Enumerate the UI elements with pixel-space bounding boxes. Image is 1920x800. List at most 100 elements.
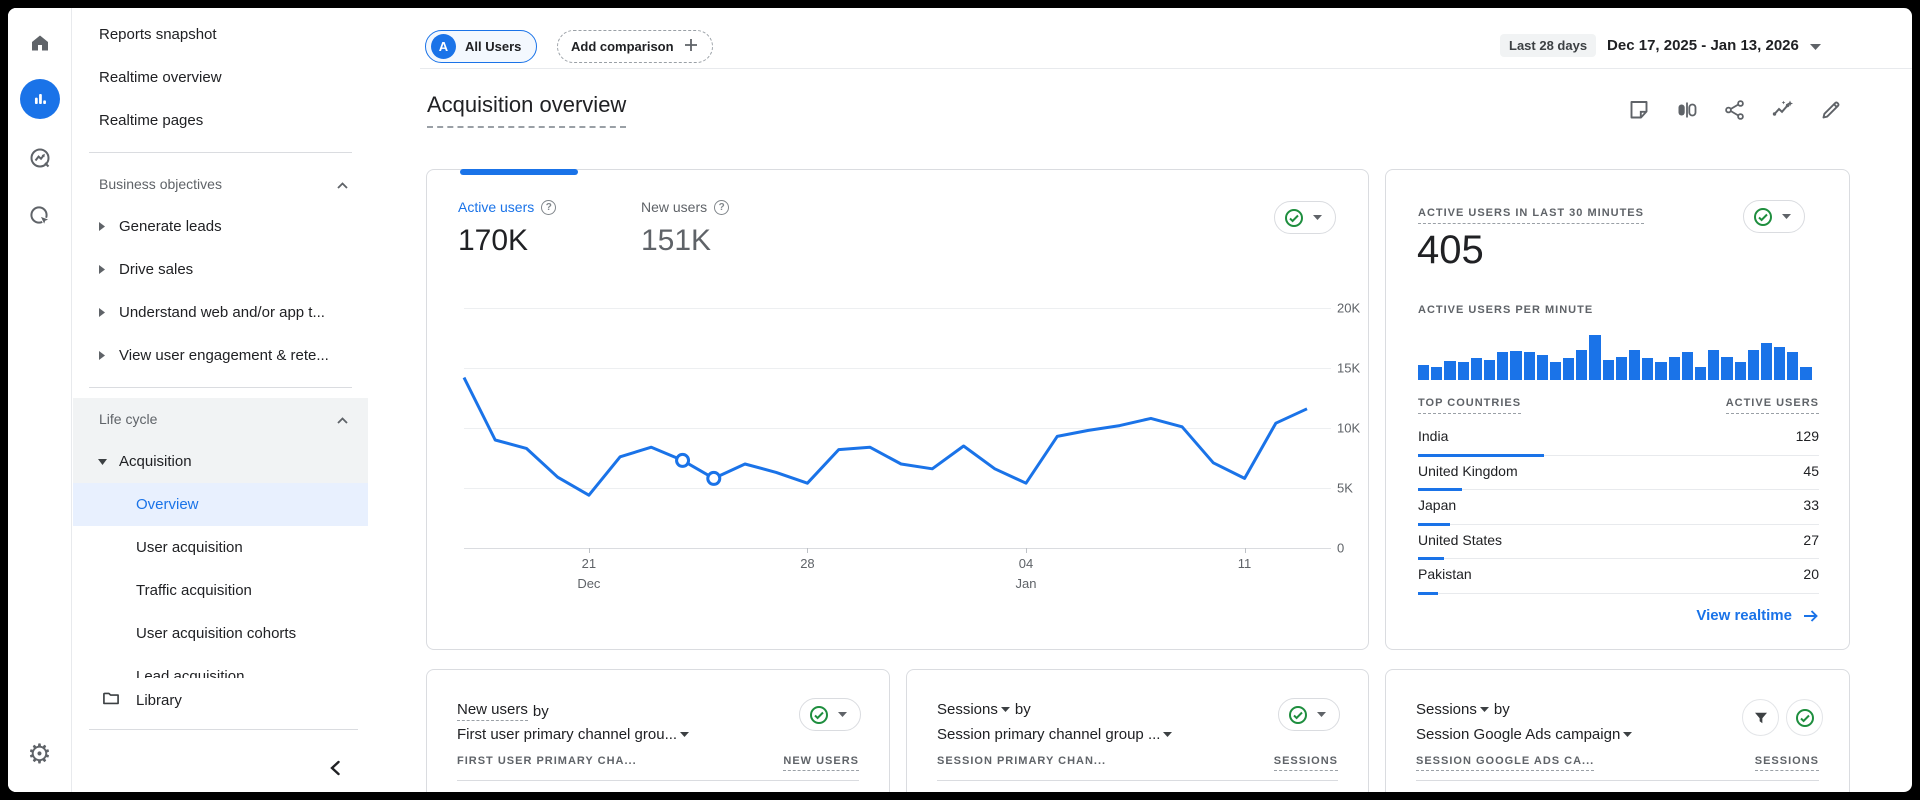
dimension-label: First user primary channel grou...	[457, 726, 678, 743]
top-countries-col-header[interactable]: TOP COUNTRIES	[1418, 397, 1522, 414]
metric-col-header[interactable]: SESSIONS	[1754, 755, 1819, 771]
sidebar-item-traffic-acquisition[interactable]: Traffic acquisition	[73, 569, 368, 612]
sidebar-item-acquisition[interactable]: Acquisition	[73, 440, 368, 483]
per-minute-bar	[1629, 350, 1641, 380]
sidebar-item-drive-sales[interactable]: Drive sales	[73, 248, 368, 291]
sidebar-item-generate-leads[interactable]: Generate leads	[73, 205, 368, 248]
app-window: ⚙ Reports snapshot Realtime overview Realt…	[8, 8, 1912, 792]
per-minute-bar	[1774, 347, 1786, 380]
sidebar-item-lead-acquisition[interactable]: Lead acquisition	[73, 655, 368, 680]
ab-compare-icon[interactable]	[1674, 97, 1700, 123]
sidebar-item-user-acquisition[interactable]: User acquisition	[73, 526, 368, 569]
per-minute-bar	[1589, 335, 1601, 380]
sidebar-section-business-objectives[interactable]: Business objectives	[73, 163, 368, 205]
dimension-label: Session primary channel group ...	[937, 726, 1161, 743]
dimension-col-header[interactable]: SESSION GOOGLE ADS CA...	[1416, 755, 1595, 771]
sidebar-item-understand-web-and-or-app-t[interactable]: Understand web and/or app t...	[73, 291, 368, 334]
users-tab-indicator[interactable]	[460, 169, 578, 175]
add-comparison-button[interactable]: Add comparison	[557, 30, 713, 63]
caret-down-icon[interactable]	[85, 458, 119, 465]
explore-icon[interactable]	[20, 138, 60, 178]
top-countries-header: TOP COUNTRIES ACTIVE USERS	[1418, 397, 1819, 414]
header-divider	[1416, 780, 1819, 781]
library-label: Library	[136, 691, 182, 709]
nav-item-label: User acquisition	[136, 539, 243, 556]
active-users-col-header[interactable]: ACTIVE USERS	[1725, 397, 1819, 414]
all-users-chip[interactable]: A All Users	[425, 30, 538, 63]
data-quality-dropdown[interactable]	[799, 698, 861, 731]
realtime-card: ACTIVE USERS IN LAST 30 MINUTES 405 ACTI…	[1385, 169, 1850, 650]
caret-right-icon[interactable]	[85, 222, 119, 231]
sidebar-item-library[interactable]: Library	[73, 678, 368, 722]
data-point-marker	[675, 452, 691, 468]
data-quality-badge[interactable]	[1786, 699, 1823, 736]
check-circle-icon	[1289, 705, 1307, 724]
dimension-picker[interactable]: Session Google Ads campaign	[1416, 726, 1633, 743]
help-icon[interactable]: ?	[714, 199, 730, 215]
sidebar-item-view-user-engagement-rete[interactable]: View user engagement & rete...	[73, 334, 368, 377]
share-icon[interactable]	[1722, 97, 1748, 123]
admin-gear-icon[interactable]: ⚙	[20, 734, 60, 774]
country-name: Japan	[1418, 497, 1457, 514]
sidebar-item-realtime-overview[interactable]: Realtime overview	[73, 56, 368, 99]
x-axis-tick-label: 21 Dec	[577, 556, 601, 591]
country-bar	[1418, 591, 1438, 595]
date-range-picker[interactable]: Last 28 days Dec 17, 2025 - Jan 13, 2026	[1500, 34, 1821, 57]
dimension-picker[interactable]: Session primary channel group ...	[937, 726, 1173, 743]
report-nav-sidebar: Reports snapshot Realtime overview Realtim…	[73, 8, 368, 792]
data-quality-dropdown[interactable]	[1274, 201, 1336, 234]
nav-item-label: Understand web and/or app t...	[119, 304, 325, 321]
realtime-title[interactable]: ACTIVE USERS IN LAST 30 MINUTES	[1418, 207, 1644, 224]
per-minute-bar	[1642, 358, 1654, 380]
edit-icon[interactable]	[1818, 97, 1844, 123]
metric-col-header[interactable]: NEW USERS	[783, 755, 859, 771]
dimension-picker[interactable]: First user primary channel grou...	[457, 726, 690, 743]
reports-icon[interactable]	[19, 79, 60, 119]
active-users-per-minute-chart	[1418, 333, 1814, 380]
advertising-icon[interactable]	[20, 196, 60, 236]
y-axis-tick-label: 10K	[1337, 420, 1361, 436]
per-minute-bar	[1694, 367, 1707, 380]
view-realtime-link[interactable]: View realtime	[1696, 607, 1819, 624]
data-quality-dropdown[interactable]	[1278, 698, 1340, 731]
metric-picker[interactable]: Sessions	[937, 701, 998, 718]
sidebar-item-realtime-pages[interactable]: Realtime pages	[73, 99, 368, 142]
sidebar-item-user-acquisition-cohorts[interactable]: User acquisition cohorts	[73, 612, 368, 655]
metric-new-users[interactable]: New users ? 151K	[641, 199, 730, 258]
sidebar-item-overview[interactable]: Overview	[73, 483, 368, 526]
caret-right-icon[interactable]	[85, 265, 119, 274]
check-circle-icon	[1754, 207, 1772, 226]
sidebar-section-life-cycle[interactable]: Life cycle	[73, 398, 368, 440]
caret-right-icon[interactable]	[85, 351, 119, 360]
nav-item-label: Realtime overview	[99, 69, 222, 86]
notes-icon[interactable]	[1626, 97, 1652, 123]
metric-picker[interactable]: Sessions	[1416, 701, 1477, 718]
sidebar-item-reports-snapshot[interactable]: Reports snapshot	[73, 13, 368, 56]
country-name: Pakistan	[1418, 566, 1472, 583]
collapse-sidebar-button[interactable]	[322, 755, 348, 781]
by-label: by	[1014, 701, 1031, 718]
metric-picker[interactable]: New users	[457, 701, 528, 721]
country-row: United States 27	[1418, 525, 1819, 561]
metric-col-header[interactable]: SESSIONS	[1273, 755, 1338, 771]
realtime-data-quality-dropdown[interactable]	[1743, 200, 1805, 233]
help-icon[interactable]: ?	[541, 199, 557, 215]
segment-avatar: A	[431, 34, 456, 59]
country-row: United Kingdom 45	[1418, 456, 1819, 492]
sidebar-divider	[89, 387, 352, 388]
per-minute-bar	[1444, 361, 1456, 380]
country-active-users: 45	[1803, 462, 1819, 479]
country-active-users: 27	[1803, 531, 1819, 548]
metric-active-users[interactable]: Active users ? 170K	[458, 199, 557, 258]
filter-icon[interactable]	[1742, 699, 1779, 736]
country-active-users: 20	[1803, 566, 1819, 583]
home-icon[interactable]	[20, 23, 60, 63]
country-name: India	[1418, 428, 1449, 444]
per-minute-bar	[1470, 358, 1482, 380]
caret-right-icon[interactable]	[85, 308, 119, 317]
active-users-value: 170K	[458, 224, 529, 257]
per-minute-bar	[1602, 360, 1614, 380]
insights-icon[interactable]	[1770, 97, 1796, 123]
caret-down-icon	[838, 712, 847, 717]
caret-down-icon	[680, 732, 690, 737]
